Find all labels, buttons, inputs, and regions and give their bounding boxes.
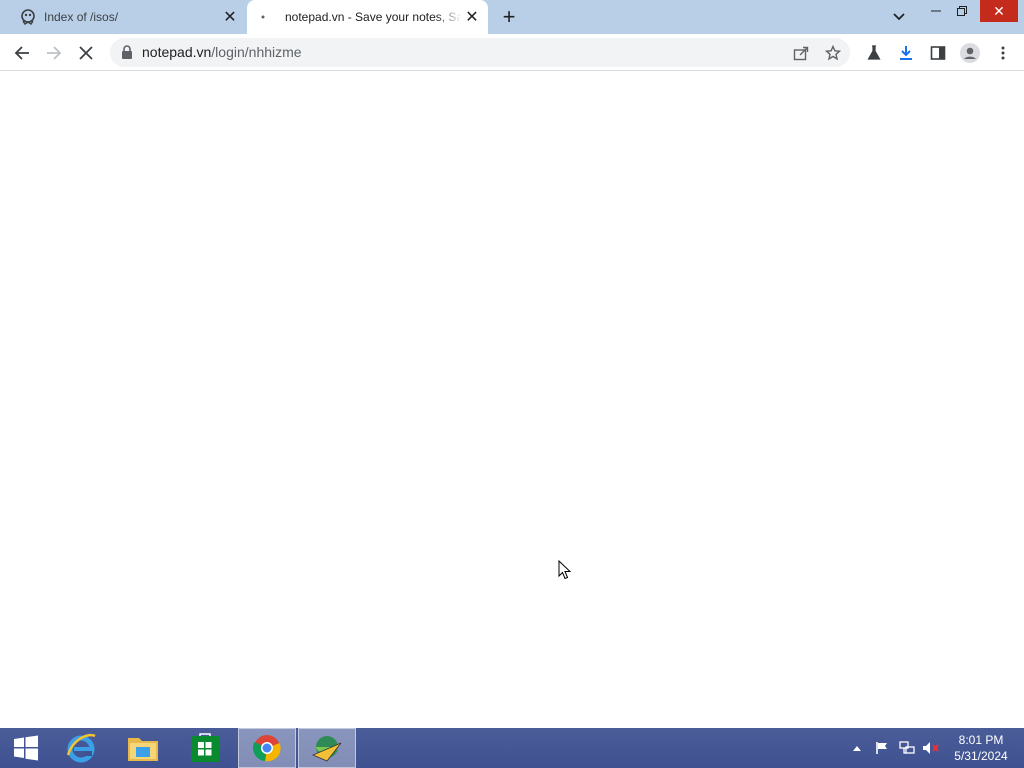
labs-flask-icon[interactable] [861,40,887,66]
url-text: notepad.vn/login/nhhizme [142,44,302,60]
download-icon[interactable] [893,40,919,66]
mouse-cursor-icon [558,560,571,580]
windows-start-icon[interactable] [4,728,48,768]
lock-icon [122,45,132,59]
tab-title: Index of /isos/ [44,10,119,24]
chrome-taskbar-icon[interactable] [238,728,296,768]
internet-download-manager-icon[interactable] [298,728,356,768]
restore-icon[interactable] [948,0,976,22]
tab-title: notepad.vn - Save your notes, Sa [285,10,462,24]
tab-notepad[interactable]: notepad.vn - Save your notes, Sa ✕ [247,0,488,34]
taskbar-clock[interactable]: 8:01 PM 5/31/2024 [946,732,1016,764]
page-content [0,71,1024,728]
url-host: notepad.vn [142,44,212,60]
kebab-menu-icon[interactable] [990,40,1016,66]
windows-store-icon[interactable] [178,728,232,768]
back-arrow-icon[interactable] [9,40,35,66]
action-center-flag-icon[interactable] [872,728,892,768]
taskbar: 8:01 PM 5/31/2024 [0,728,1024,768]
clock-date: 5/31/2024 [954,749,1008,763]
close-window-icon[interactable]: ✕ [980,0,1018,22]
volume-muted-icon[interactable] [920,728,942,768]
chevron-down-icon[interactable] [888,6,910,28]
internet-explorer-icon[interactable] [56,728,106,768]
tab-index-isos[interactable]: Index of /isos/ ✕ [8,0,246,34]
new-tab-button[interactable]: + [497,4,521,29]
file-explorer-icon[interactable] [116,728,170,768]
show-hidden-icons-icon[interactable] [850,728,864,768]
ghost-favicon-icon [20,9,36,25]
bookmark-star-icon[interactable] [822,42,844,64]
side-panel-icon[interactable] [925,40,951,66]
stop-loading-icon[interactable] [73,40,99,66]
minimize-icon[interactable] [922,0,950,22]
address-bar[interactable]: notepad.vn/login/nhhizme [110,38,850,67]
network-icon[interactable] [896,728,918,768]
profile-avatar-icon[interactable] [957,40,983,66]
clock-time: 8:01 PM [958,733,1004,747]
forward-arrow-icon[interactable] [41,40,67,66]
tab-strip: Index of /isos/ ✕ notepad.vn - Save your… [0,0,1024,34]
close-tab-icon[interactable]: ✕ [462,7,482,27]
loading-spinner-icon [255,9,271,25]
share-icon[interactable] [790,42,812,64]
url-path: /login/nhhizme [211,44,302,60]
close-tab-icon[interactable]: ✕ [220,7,240,27]
browser-toolbar: notepad.vn/login/nhhizme [0,34,1024,71]
